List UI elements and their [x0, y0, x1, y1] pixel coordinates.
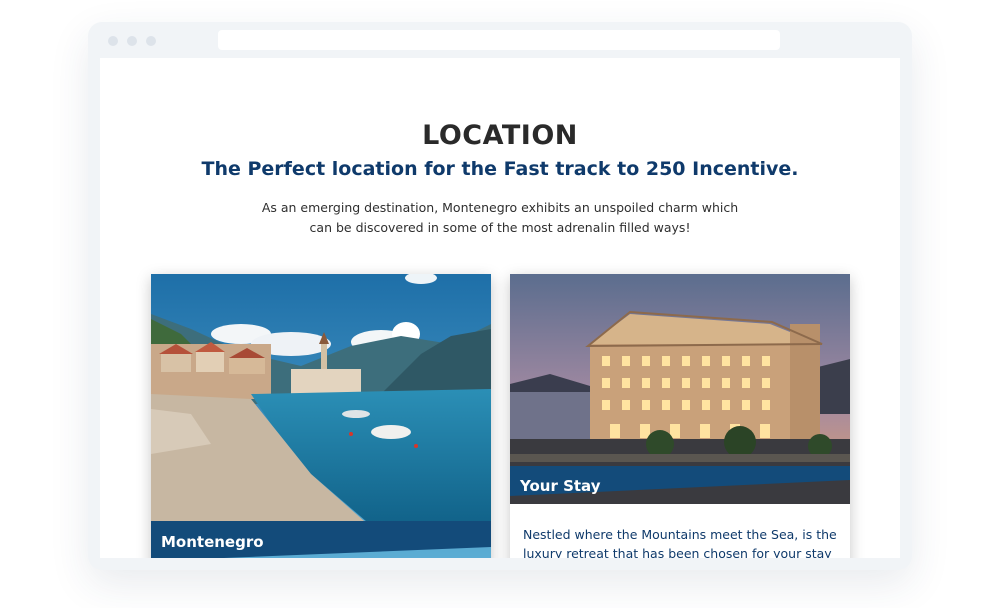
section-subheading: The Perfect location for the Fast track …: [201, 158, 799, 180]
page-viewport: LOCATION The Perfect location for the Fa…: [100, 58, 900, 558]
window-dot-icon[interactable]: [108, 36, 118, 46]
bay-town-photo: [151, 274, 491, 558]
card-title: Your Stay: [520, 477, 601, 495]
address-bar[interactable]: [218, 30, 780, 50]
section-intro: As an emerging destination, Montenegro e…: [261, 200, 739, 235]
browser-window: LOCATION The Perfect location for the Fa…: [88, 22, 912, 570]
location-card-montenegro[interactable]: Montenegro: [151, 274, 491, 558]
section-heading: LOCATION: [422, 120, 578, 151]
window-dot-icon[interactable]: [127, 36, 137, 46]
location-card-your-stay[interactable]: Your Stay Nestled where the Mountains me…: [510, 274, 850, 558]
window-dot-icon[interactable]: [146, 36, 156, 46]
card-title: Montenegro: [161, 533, 264, 551]
window-controls: [108, 36, 156, 46]
card-description: Nestled where the Mountains meet the Sea…: [523, 527, 837, 558]
